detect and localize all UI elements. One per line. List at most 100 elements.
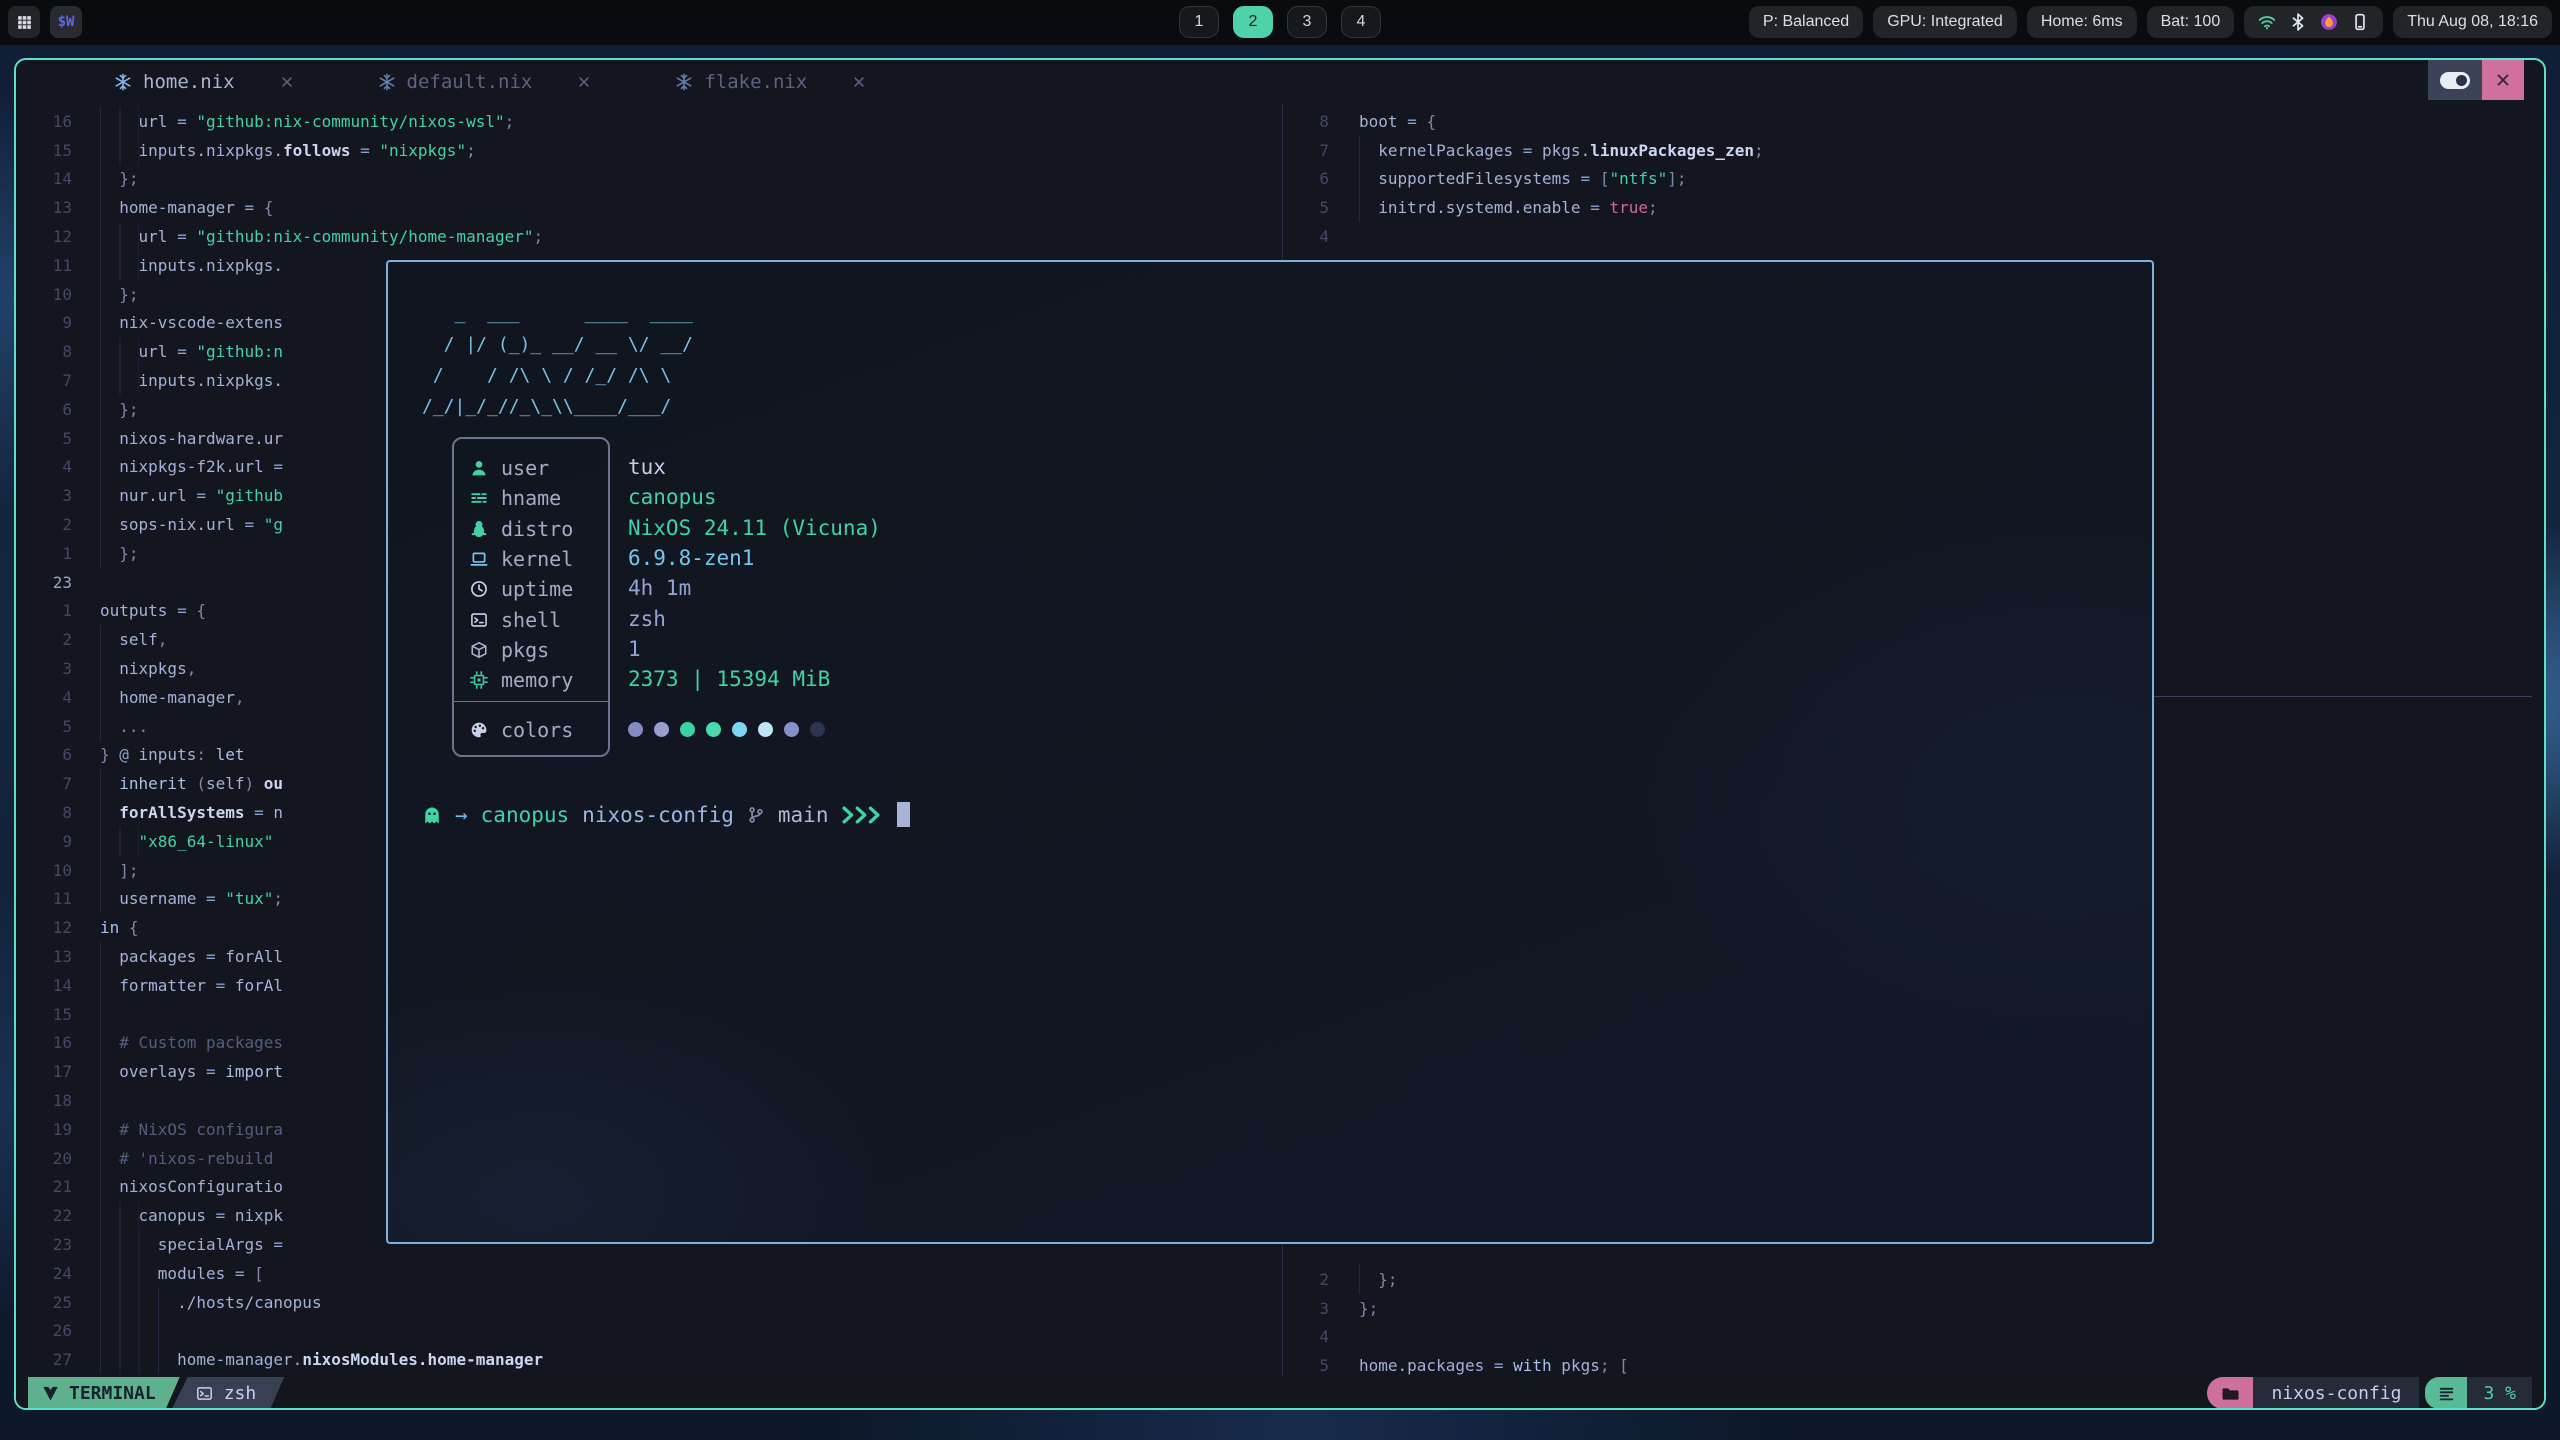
code-line[interactable]: 6supportedFilesystems = ["ntfs"];: [1283, 165, 2542, 194]
package-icon: [470, 641, 488, 659]
laptop-icon: [470, 550, 488, 568]
color-dot: [706, 722, 721, 737]
indent-guides: [100, 971, 119, 1000]
code-line[interactable]: 4: [1283, 222, 2542, 251]
line-number: 1: [16, 601, 100, 620]
indent-guides: [100, 510, 119, 539]
line-number: 18: [16, 1091, 100, 1110]
code-line[interactable]: 13home-manager = {: [16, 193, 1282, 222]
line-number: 22: [16, 1206, 100, 1225]
code-line[interactable]: 24modules = [: [16, 1259, 1282, 1288]
line-number: 4: [1283, 1327, 1359, 1346]
window-close-button[interactable]: [2482, 60, 2524, 100]
code-line[interactable]: 5home.packages = with pkgs; [: [1283, 1351, 2542, 1380]
palette-icon: [470, 721, 488, 739]
tab-default.nix[interactable]: default.nix: [352, 60, 618, 103]
color-dot: [732, 722, 747, 737]
code-text: ];: [119, 861, 138, 880]
indent-guides: [100, 453, 119, 482]
indent-guides: [100, 1201, 139, 1230]
status-pill[interactable]: GPU: Integrated: [1873, 6, 2017, 38]
colors-label: colors: [501, 718, 573, 742]
code-text: };: [119, 285, 138, 304]
clock-pill[interactable]: Thu Aug 08, 18:16: [2393, 6, 2552, 38]
code-line[interactable]: 14};: [16, 165, 1282, 194]
status-pill[interactable]: Bat: 100: [2147, 6, 2235, 38]
status-pill[interactable]: Home: 6ms: [2027, 6, 2137, 38]
fetch-value-uptime: 4h 1m: [628, 573, 881, 603]
right-top-code-pane[interactable]: 8boot = {7kernelPackages = pkgs.linuxPac…: [1283, 103, 2542, 251]
code-text: home-manager = {: [119, 198, 273, 217]
right-bottom-code-pane[interactable]: 2};3}; 4 5home.packages = with pkgs; [: [1283, 1265, 2542, 1380]
indent-guides: [100, 798, 119, 827]
floating-terminal[interactable]: _ ___ ____ ____ / |/ (_)_ __/ __ \/ __/ …: [386, 260, 2154, 1244]
workspace-button-1[interactable]: 1: [1179, 6, 1219, 38]
line-number: 27: [16, 1350, 100, 1369]
fetch-label: uptime: [501, 577, 573, 601]
app-launcher-button[interactable]: [8, 6, 40, 38]
code-line[interactable]: 26: [16, 1316, 1282, 1345]
line-number: 26: [16, 1321, 100, 1340]
line-number: 5: [16, 717, 100, 736]
tab-close-button[interactable]: [852, 75, 866, 89]
indent-guides: [100, 280, 119, 309]
code-text: nur.url = "github: [119, 486, 283, 505]
code-line[interactable]: 15inputs.nixpkgs.follows = "nixpkgs";: [16, 136, 1282, 165]
code-text: "x86_64-linux": [139, 832, 274, 851]
code-line[interactable]: 7kernelPackages = pkgs.linuxPackages_zen…: [1283, 136, 2542, 165]
code-line[interactable]: 16url = "github:nix-community/nixos-wsl"…: [16, 107, 1282, 136]
indent-guides: [100, 1144, 119, 1173]
indent-guides: [100, 1316, 177, 1345]
desktop-wallpaper: $W 1234 P: BalancedGPU: IntegratedHome: …: [0, 0, 2560, 1440]
indent-guides: [100, 625, 119, 654]
system-tray[interactable]: [2244, 6, 2383, 38]
code-line[interactable]: 25./hosts/canopus: [16, 1288, 1282, 1317]
workspace-widget-button[interactable]: $W: [50, 6, 82, 38]
color-dot: [758, 722, 773, 737]
code-line[interactable]: 12url = "github:nix-community/home-manag…: [16, 222, 1282, 251]
line-number: 3: [16, 659, 100, 678]
tab-close-button[interactable]: [280, 75, 294, 89]
code-text: nix-vscode-extens: [119, 313, 283, 332]
code-line[interactable]: 5initrd.systemd.enable = true;: [1283, 193, 2542, 222]
clock-label: Thu Aug 08, 18:16: [2407, 13, 2538, 31]
phone-icon[interactable]: [2351, 13, 2369, 31]
media-player-icon[interactable]: [2320, 13, 2338, 31]
shell-tab[interactable]: zsh: [172, 1377, 285, 1409]
line-number: 5: [16, 429, 100, 448]
indent-guides: [100, 1345, 177, 1374]
code-line[interactable]: 27home-manager.nixosModules.home-manager: [16, 1345, 1282, 1374]
code-text: sops-nix.url = "g: [119, 515, 283, 534]
workspace-button-3[interactable]: 3: [1287, 6, 1327, 38]
hostname-icon: [470, 489, 488, 507]
indent-guides: [100, 827, 139, 856]
fetch-value-column: tuxcanopusNixOS 24.11 (Vicuna)6.9.8-zen1…: [628, 452, 881, 694]
code-line[interactable]: 4: [1283, 1323, 2542, 1352]
indent-guides: [100, 1288, 177, 1317]
code-text: inputs.nixpkgs.: [139, 371, 284, 390]
workspace-button-2[interactable]: 2: [1233, 6, 1273, 38]
line-number: 5: [1283, 198, 1359, 217]
tab-flake.nix[interactable]: flake.nix: [649, 60, 892, 103]
bluetooth-icon[interactable]: [2289, 13, 2307, 31]
shell-icon: [470, 611, 488, 629]
toggle-button[interactable]: [2428, 60, 2482, 100]
code-line[interactable]: 3};: [1283, 1294, 2542, 1323]
nixos-ascii-logo: _ ___ ____ ____ / |/ (_)_ __/ __ \/ __/ …: [422, 298, 693, 422]
status-pill[interactable]: P: Balanced: [1749, 6, 1863, 38]
lines-segment: [2425, 1377, 2467, 1409]
shell-prompt[interactable]: →canopusnixos-configmain: [422, 802, 910, 827]
wifi-icon[interactable]: [2258, 13, 2276, 31]
line-number: 8: [16, 342, 100, 361]
code-text: url = "github:n: [139, 342, 284, 361]
tab-close-button[interactable]: [577, 75, 591, 89]
indent-guides: [100, 1000, 119, 1029]
tab-home.nix[interactable]: home.nix: [88, 60, 320, 103]
code-line[interactable]: 2};: [1283, 1265, 2542, 1294]
line-number: 2: [1283, 1270, 1359, 1289]
code-text: url = "github:nix-community/home-manager…: [139, 227, 544, 246]
line-number: 8: [16, 803, 100, 822]
code-line[interactable]: 8boot = {: [1283, 107, 2542, 136]
code-text: kernelPackages = pkgs.linuxPackages_zen;: [1378, 141, 1763, 160]
workspace-button-4[interactable]: 4: [1341, 6, 1381, 38]
